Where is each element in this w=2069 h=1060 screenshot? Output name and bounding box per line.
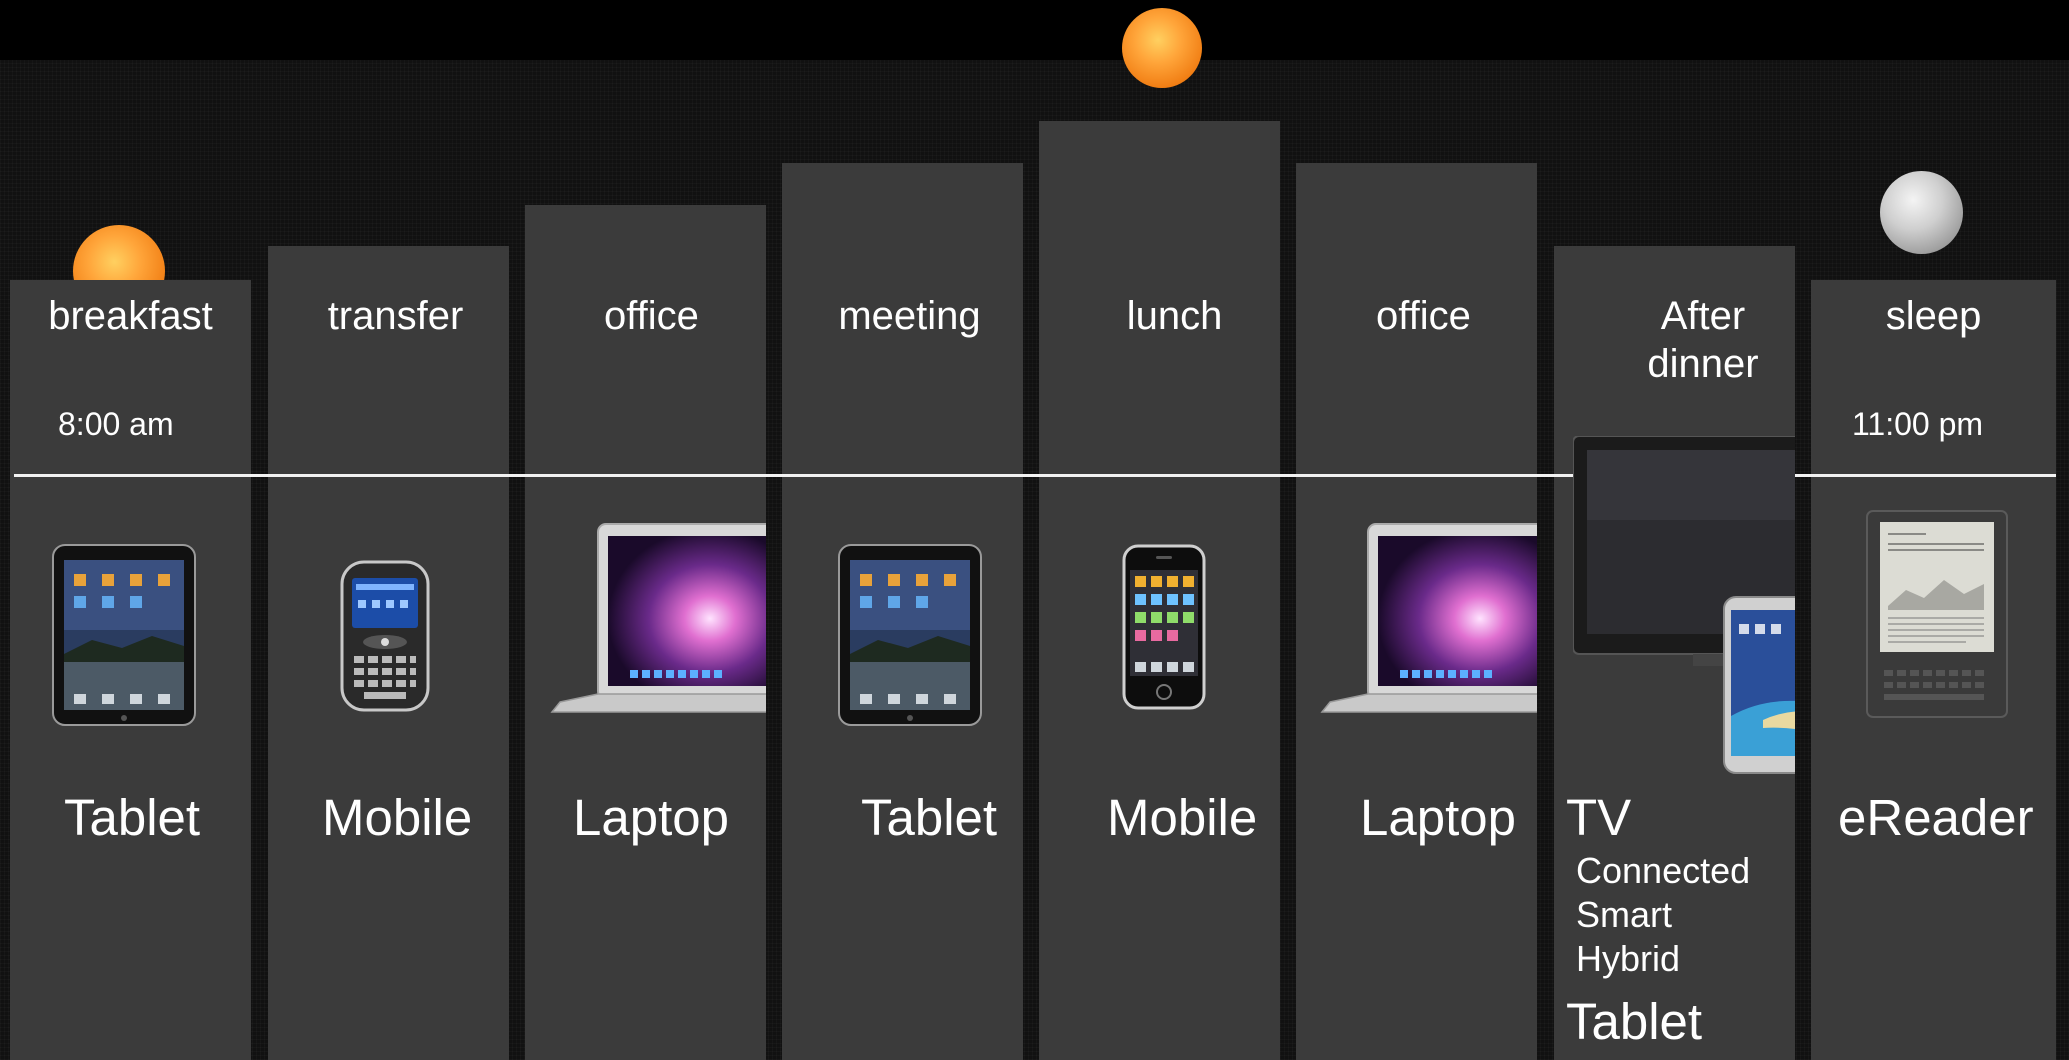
iphone-icon: [1122, 544, 1206, 710]
device-mobile: Mobile: [322, 789, 473, 846]
label-sleep: sleep: [1885, 294, 1982, 338]
device-tablet-extra: Tablet: [1566, 993, 1703, 1050]
tv-type-hybrid: Hybrid: [1576, 938, 1681, 979]
device-laptop: Laptop: [573, 789, 729, 846]
time-start: 8:00 am: [58, 406, 174, 442]
label-after-dinner-line2: dinner: [1647, 342, 1759, 386]
label-transfer: transfer: [327, 294, 464, 338]
label-office: office: [1376, 294, 1471, 338]
label-breakfast: breakfast: [48, 294, 213, 338]
smartphone-icon: [340, 560, 430, 712]
device-tv: TV: [1566, 789, 1632, 846]
midday-sun-icon: [1122, 8, 1202, 88]
laptop-icon: [550, 522, 766, 717]
device-mobile: Mobile: [1107, 789, 1258, 846]
ereader-icon: [1866, 510, 2008, 718]
tv-type-smart: Smart: [1576, 894, 1673, 935]
tablet-icon: [838, 544, 982, 726]
label-after-dinner-line1: After: [1660, 294, 1746, 338]
device-ereader: eReader: [1838, 789, 2034, 846]
tablet-icon: [1723, 596, 1795, 776]
label-office: office: [604, 294, 699, 338]
device-tablet: Tablet: [64, 789, 201, 846]
laptop-icon: [1320, 522, 1537, 717]
tablet-icon: [52, 544, 196, 726]
top-band: [0, 0, 2069, 60]
label-meeting: meeting: [838, 294, 981, 338]
label-lunch: lunch: [1126, 294, 1223, 338]
day-device-diagram: breakfast transfer office meeting lunch …: [0, 0, 2069, 1060]
time-end: 11:00 pm: [1852, 406, 1984, 442]
tv-type-connected: Connected: [1576, 850, 1751, 891]
device-laptop: Laptop: [1360, 789, 1516, 846]
moon-icon: [1880, 171, 1963, 254]
device-tablet: Tablet: [861, 789, 998, 846]
